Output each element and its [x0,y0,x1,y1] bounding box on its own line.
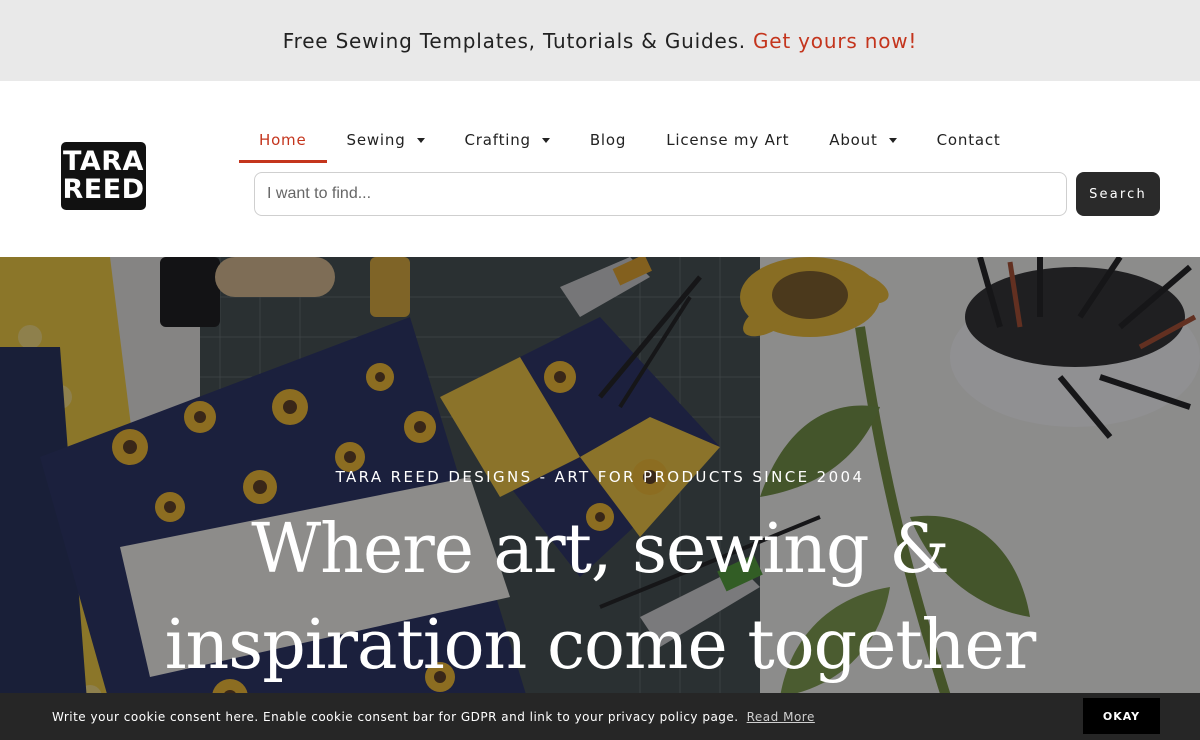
nav-item-sewing[interactable]: Sewing [327,119,445,161]
promo-cta-link[interactable]: Get yours now! [753,29,917,53]
cookie-okay-button[interactable]: OKAY [1083,698,1160,734]
nav-item-license-my-art[interactable]: License my Art [646,119,809,161]
hero-title-line-1: Where art, sewing & [251,510,949,589]
main-nav: Home Sewing Crafting Blog License my Art… [239,119,1021,163]
caret-down-icon [888,137,897,143]
logo-line-2: REED [62,174,145,205]
cookie-text: Write your cookie consent here. Enable c… [52,709,739,724]
site-header: TARA REED Home Sewing Crafting Blog Lice… [0,81,1200,257]
caret-down-icon [416,137,425,143]
cookie-read-more-link[interactable]: Read More [747,710,815,724]
cookie-message: Write your cookie consent here. Enable c… [52,693,815,740]
nav-item-home[interactable]: Home [239,119,327,163]
search-button[interactable]: Search [1076,172,1160,216]
nav-item-about[interactable]: About [809,119,916,161]
nav-item-label: License my Art [666,131,790,149]
nav-item-label: Blog [589,131,627,149]
search-input[interactable] [254,172,1067,216]
hero-title-line-2: inspiration come together [164,606,1036,685]
nav-item-label: Home [259,131,307,149]
promo-bar: Free Sewing Templates, Tutorials & Guide… [0,0,1200,81]
hero-title: Where art, sewing & inspiration come tog… [0,502,1200,694]
nav-item-contact[interactable]: Contact [917,119,1021,161]
cookie-consent-bar: Write your cookie consent here. Enable c… [0,693,1200,740]
nav-item-label: Crafting [464,131,531,149]
nav-item-crafting[interactable]: Crafting [445,119,570,161]
nav-item-label: Contact [936,131,1001,149]
nav-item-label: Sewing [346,131,406,149]
promo-text: Free Sewing Templates, Tutorials & Guide… [282,28,746,53]
nav-item-blog[interactable]: Blog [570,119,646,161]
hero-banner: TARA REED DESIGNS - ART FOR PRODUCTS SIN… [0,257,1200,740]
logo-line-1: TARA [63,146,144,177]
caret-down-icon [541,137,550,143]
nav-item-label: About [829,131,878,149]
hero-kicker: TARA REED DESIGNS - ART FOR PRODUCTS SIN… [335,468,865,486]
site-logo[interactable]: TARA REED [61,142,146,210]
